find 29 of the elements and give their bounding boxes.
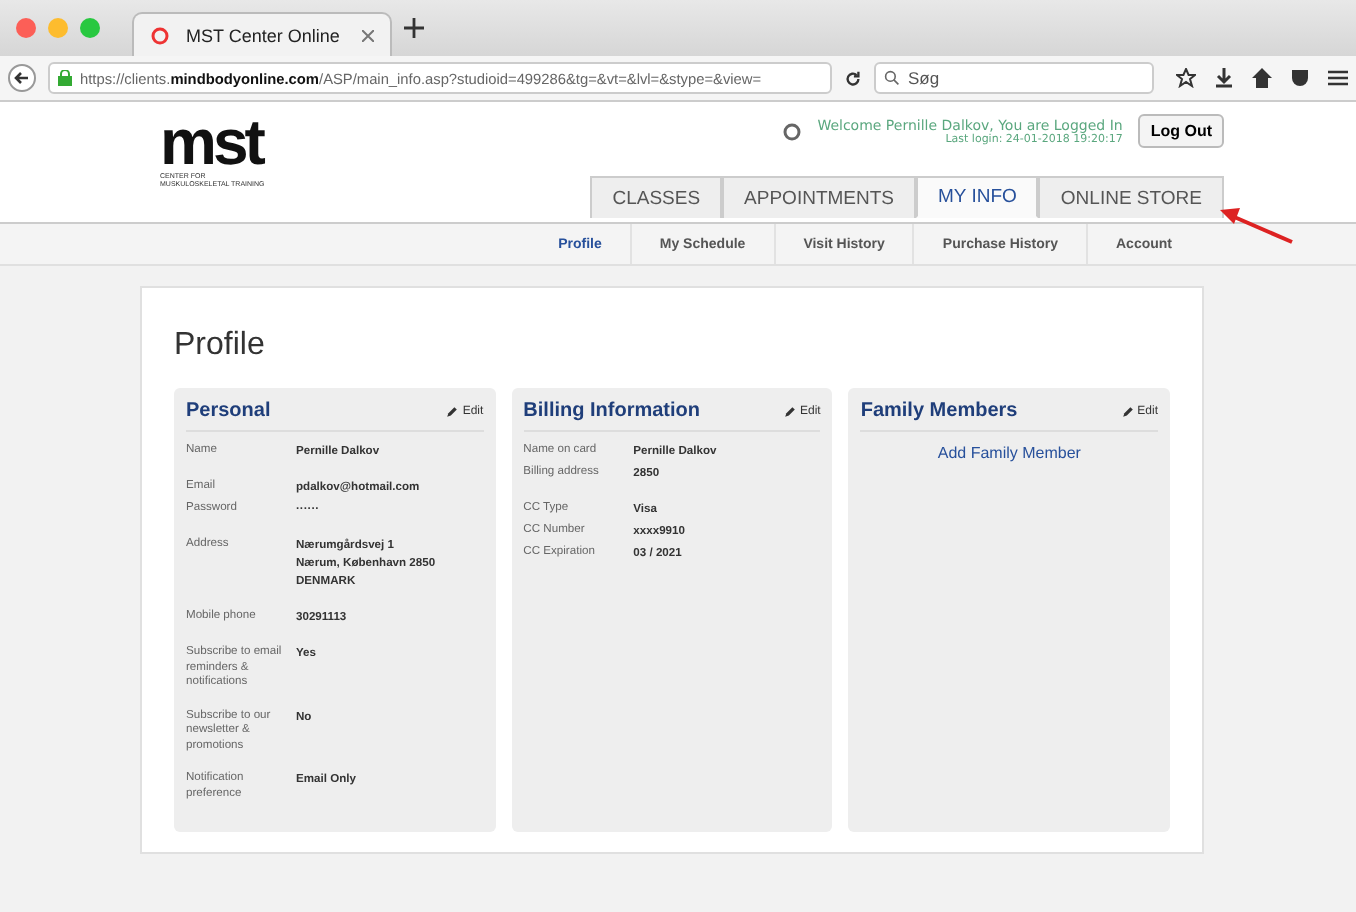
search-icon <box>884 70 900 86</box>
star-icon[interactable] <box>1176 68 1196 88</box>
menu-icon[interactable] <box>1328 68 1348 88</box>
nav-tab[interactable]: CLASSES <box>590 176 723 218</box>
pencil-icon <box>446 405 459 417</box>
new-tab-icon[interactable] <box>404 18 424 38</box>
lock-icon <box>58 70 72 86</box>
pencil-icon <box>1121 405 1134 417</box>
add-family-link[interactable]: Add Family Member <box>937 444 1081 462</box>
loading-ring-icon <box>781 121 802 141</box>
panel-title: Personal <box>186 400 271 422</box>
browser-tab[interactable]: MST Center Online <box>132 12 392 56</box>
panel-title: Family Members <box>860 400 1018 422</box>
pencil-icon <box>784 405 796 417</box>
close-icon[interactable] <box>362 29 374 41</box>
nav-tab[interactable]: APPOINTMENTS <box>722 176 916 218</box>
reload-icon[interactable] <box>844 69 862 87</box>
nav-tab[interactable]: ONLINE STORE <box>1038 176 1224 218</box>
arrow-drawing <box>1216 206 1296 246</box>
nav-tab[interactable]: MY INFO <box>916 176 1039 218</box>
loading-ring-icon <box>150 25 170 45</box>
page-title: Profile <box>174 328 267 364</box>
back-icon[interactable] <box>8 64 36 92</box>
shield-icon[interactable] <box>1290 68 1310 88</box>
panel-title: Billing Information <box>523 400 700 422</box>
search-field[interactable]: Søg <box>874 62 1154 94</box>
home-icon[interactable] <box>1252 68 1272 88</box>
download-icon[interactable] <box>1214 68 1234 88</box>
logout-button[interactable]: Log Out <box>1138 114 1224 148</box>
